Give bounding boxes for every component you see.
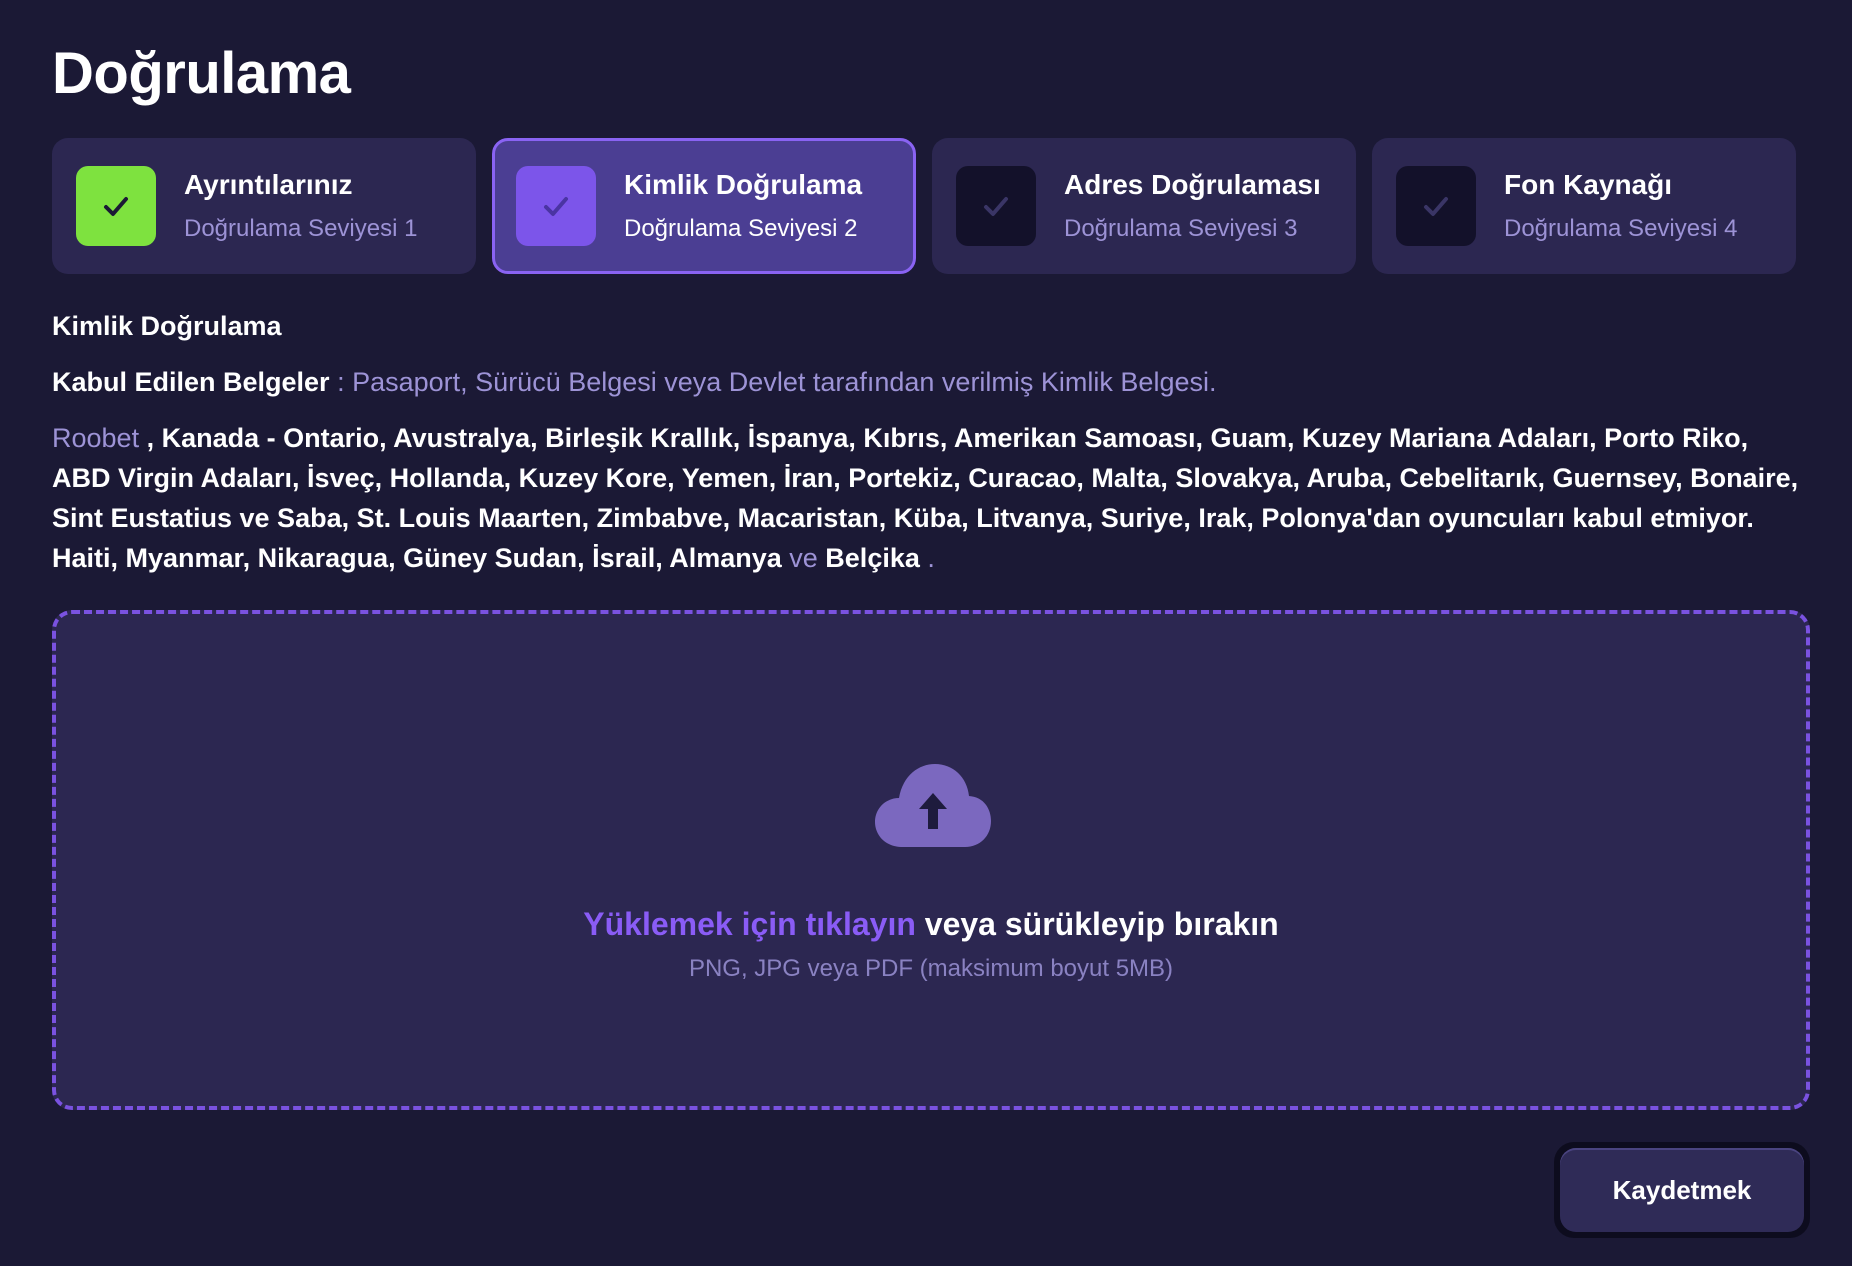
upload-instruction-rest: veya sürükleyip bırakın (915, 906, 1279, 942)
step-2-status (516, 166, 596, 246)
accepted-documents-value: Pasaport, Sürücü Belgesi veya Devlet tar… (352, 367, 1217, 397)
step-subtitle: Doğrulama Seviyesi 4 (1504, 215, 1738, 242)
check-icon (544, 197, 568, 216)
upload-instruction: Yüklemek için tıklayın veya sürükleyip b… (56, 904, 1806, 944)
step-subtitle: Doğrulama Seviyesi 1 (184, 215, 418, 242)
step-details[interactable]: Ayrıntılarınız Doğrulama Seviyesi 1 (52, 138, 476, 274)
step-title: Ayrıntılarınız (184, 169, 353, 200)
step-1-status (76, 166, 156, 246)
step-identity[interactable]: Kimlik Doğrulama Doğrulama Seviyesi 2 (492, 138, 916, 274)
restriction-conjunction: ve (781, 543, 826, 573)
accepted-documents: Kabul Edilen Belgeler : Pasaport, Sürücü… (52, 364, 1216, 400)
restriction-end: . (919, 543, 935, 573)
step-source-of-funds[interactable]: Fon Kaynağı Doğrulama Seviyesi 4 (1372, 138, 1796, 274)
restricted-countries: Roobet , Kanada - Ontario, Avustralya, B… (52, 418, 1802, 578)
page-title: Doğrulama (52, 41, 351, 106)
check-icon (1424, 197, 1448, 216)
save-button[interactable]: Kaydetmek (1560, 1148, 1804, 1232)
step-title: Adres Doğrulaması (1064, 169, 1321, 200)
section-title: Kimlik Doğrulama (52, 311, 282, 341)
step-address[interactable]: Adres Doğrulaması Doğrulama Seviyesi 3 (932, 138, 1356, 274)
file-dropzone[interactable]: Yüklemek için tıklayın veya sürükleyip b… (52, 610, 1810, 1110)
restricted-last-country: Belçika (825, 543, 920, 573)
step-4-status (1396, 166, 1476, 246)
accepted-documents-label: Kabul Edilen Belgeler (52, 367, 330, 397)
brand-name: Roobet (52, 423, 140, 453)
verification-steps: Ayrıntılarınız Doğrulama Seviyesi 1 Kiml… (52, 138, 1796, 274)
step-title: Fon Kaynağı (1504, 169, 1673, 200)
save-button-frame: Kaydetmek (1554, 1142, 1810, 1238)
step-3-status (956, 166, 1036, 246)
accepted-separator: : (329, 367, 353, 397)
cloud-upload-icon (875, 764, 991, 847)
upload-link[interactable]: Yüklemek için tıklayın (583, 906, 916, 942)
step-subtitle: Doğrulama Seviyesi 3 (1064, 215, 1298, 242)
upload-hint: PNG, JPG veya PDF (maksimum boyut 5MB) (688, 955, 1174, 982)
check-icon (104, 197, 128, 216)
step-subtitle: Doğrulama Seviyesi 2 (624, 215, 858, 242)
step-title: Kimlik Doğrulama (624, 169, 863, 200)
check-icon (984, 197, 1008, 216)
